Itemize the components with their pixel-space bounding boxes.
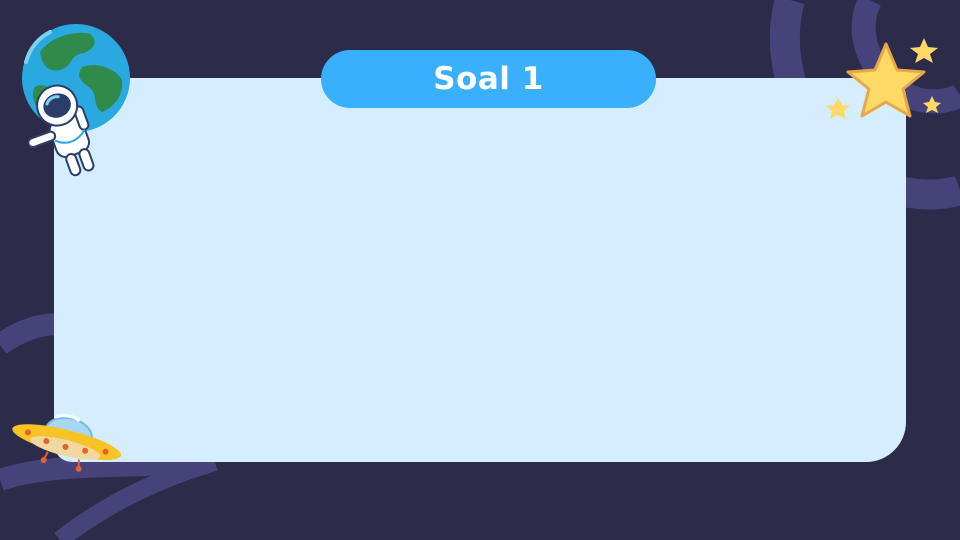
stars-icon — [826, 38, 941, 119]
content-card — [54, 78, 906, 462]
slide: Soal 1 — [0, 0, 960, 540]
ufo-icon — [12, 414, 122, 472]
title-banner: Soal 1 — [321, 50, 656, 108]
astronaut-icon — [27, 84, 95, 177]
slide-title: Soal 1 — [433, 61, 544, 97]
